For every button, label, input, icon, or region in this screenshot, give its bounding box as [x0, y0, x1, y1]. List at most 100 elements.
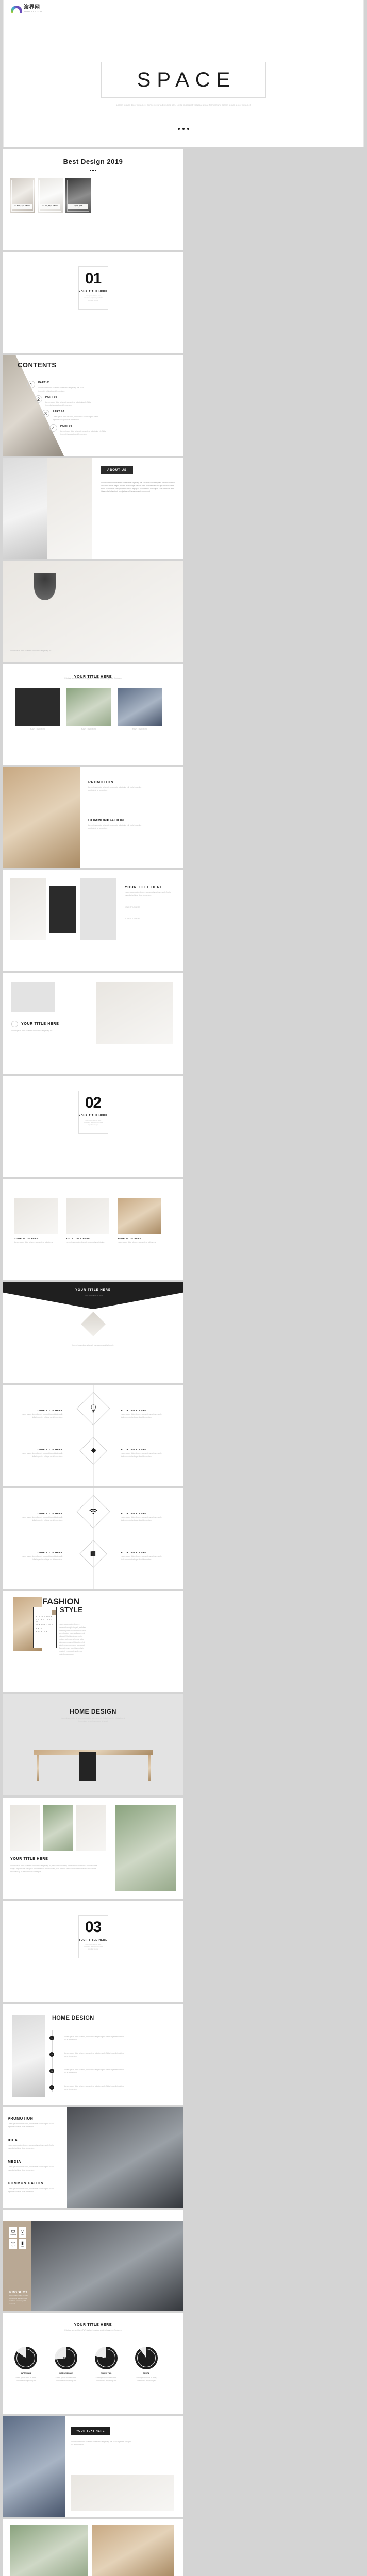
photo-card: PARIS EXCLUSIVE Timothy Ans [10, 178, 35, 213]
slide-body: Lorem ipsum dolor sit amet, consectetur … [125, 891, 171, 896]
entry-body: Lorem ipsum dolor sit amet, consectetur … [121, 1516, 162, 1521]
step-body: Lorem ipsum dolor sit amet, consectetur … [64, 2036, 124, 2041]
step-number: 2 [49, 2052, 54, 2057]
feature-tile: Data [19, 2239, 26, 2249]
step-body: Lorem ipsum dolor sit amet, consectetur … [64, 2085, 124, 2090]
gear-icon [91, 1448, 96, 1453]
slide-body: Lorem ipsum dolor sit amet, consectetur … [11, 1030, 53, 1032]
ring-body: Lorem ipsum dolor sit amet, consectetur … [55, 2377, 77, 2382]
list-item: YOUR TITLE HERE [125, 918, 140, 920]
info-card: YOUR TITLE HERE Lorem ipsum dolor sit am… [118, 1198, 161, 1244]
item-label: PROMOTION [8, 2117, 34, 2121]
item-body: Lorem ipsum dolor sit amet, consectetur … [8, 2166, 54, 2171]
slide-title-line1: FASHION [42, 1597, 80, 1606]
step-label: PART 03 [53, 410, 64, 413]
banner-sub: Lorem ipsum dolor sit amet [84, 1295, 103, 1297]
ring-body: Lorem ipsum dolor sit amet, consectetur … [15, 2377, 37, 2382]
slide-best-design[interactable]: Best Design 2019 PARIS EXCLUSIVE Timothy… [3, 149, 183, 250]
slide-section-02[interactable]: 02 YOUR TITLE HERE Lorem ipsum dolor sit… [3, 1076, 183, 1177]
slide-diamond-wifi[interactable]: YOUR TITLE HERE Lorem ipsum dolor sit am… [3, 1488, 183, 1589]
rainbow-arc-icon [11, 5, 22, 13]
slide-skill-rings[interactable]: YOUR TITLE HERE Estut sat ane cerid ane … [3, 2313, 183, 2414]
diamond-photo [80, 1311, 106, 1337]
slide-plant-baskets[interactable]: COMMUNICATION Lorem ipsum dolor sit amet… [3, 2519, 183, 2576]
feature-tile: Signal [9, 2239, 17, 2249]
entry-body: Lorem ipsum dolor sit amet, consectetur … [21, 1413, 63, 1418]
slide-three-cards[interactable]: YOUR TITLE HERE Lorem ipsum dolor sit am… [3, 1179, 183, 1280]
monitor-icon [11, 2230, 15, 2233]
card-label: YOUR TITLE HERE [66, 1237, 90, 1240]
card-body: Lorem ipsum dolor sit amet, consectetur … [118, 1241, 157, 1243]
slide-triangle-title[interactable]: YOUR TITLE HERE Lorem ipsum dolor sit am… [3, 1282, 183, 1383]
entry-label: YOUR TITLE HERE [37, 1551, 63, 1554]
tile-label: Idea [21, 2234, 24, 2235]
entry-body: Lorem ipsum dolor sit amet, consectetur … [121, 1413, 162, 1418]
slide-home-design-list[interactable]: HOME DESIGN 1 Lorem ipsum dolor sit amet… [3, 2004, 183, 2105]
template-preview-page: 演界网 WWW.YANJ.CN SPACE Lorem ipsum dolor … [0, 0, 367, 2576]
step-label: PART 02 [45, 396, 57, 399]
slide-home-design-hero[interactable]: HOME DESIGN Lorem ipsum dolor sit amet, … [3, 1694, 183, 1795]
section-number-box: 02 YOUR TITLE HERE Lorem ipsum dolor sit… [78, 1091, 108, 1134]
bullet-circle-icon [11, 1021, 18, 1027]
ring-item: 78% CONSULTING Lorem ipsum dolor sit ame… [95, 2347, 118, 2383]
caption: YOUR TITLE HERE [132, 728, 147, 730]
card-sub: Timothy Ans [75, 207, 81, 208]
slide-chair-trio[interactable]: YOUR TITLE HERE Estut sat ane cerid ane … [3, 664, 183, 765]
slide-section-01[interactable]: 01 YOUR TITLE HERE Lorem ipsum dolor sit… [3, 252, 183, 353]
slide-fashion-style[interactable]: A CLOTHING STYLE THAT IS INTRODUCED AS A… [3, 1591, 183, 1692]
slide-bedroom-list[interactable]: PROMOTION Lorem ipsum dolor sit amet, co… [3, 2107, 183, 2208]
section-number: 02 [85, 1094, 102, 1111]
slide-sub: Estut sat ane cerid ane PVPr jry beni ch… [64, 2329, 122, 2331]
wifi-icon [89, 1509, 97, 1514]
slide-title: HOME DESIGN [52, 2015, 94, 2021]
ring-value: 73% [62, 2356, 70, 2360]
entry-body: Lorem ipsum dolor sit amet, consectetur … [121, 1452, 162, 1458]
step-label: PART 01 [38, 381, 50, 384]
text-badge: YOUR TEXT HERE [71, 2427, 110, 2435]
item-body: Lorem ipsum dolor sit amet, consectetur … [88, 824, 142, 829]
item-body: Lorem ipsum dolor sit amet, consectetur … [88, 786, 142, 791]
entry-label: YOUR TITLE HERE [121, 1551, 147, 1554]
diamond-frame [76, 1392, 110, 1426]
step-number: 1 [49, 2036, 54, 2040]
about-us-badge: ABOUT US [101, 466, 133, 474]
card-sub: Timothy Ans [47, 207, 54, 208]
entry-label: YOUR TITLE HERE [121, 1409, 147, 1412]
slide-about-us[interactable]: ABOUT US Lorem ipsum dolor sit amet, con… [3, 458, 183, 559]
item-label: COMMUNICATION [8, 2182, 44, 2185]
ring-value: 85% [22, 2356, 29, 2360]
slide-sofa-detail[interactable]: PROMOTION Lorem ipsum dolor sit amet, co… [3, 767, 183, 868]
slide-diamond-bulb[interactable]: YOUR TITLE HERE Lorem ipsum dolor sit am… [3, 1385, 183, 1486]
ring-label: PHOTOSHOP [20, 2372, 31, 2375]
slide-lamp-gallery[interactable]: Lorem ipsum dolor sit amet, consectetur … [3, 561, 183, 662]
step-number: 3 [49, 2069, 54, 2073]
slide-title: HOME DESIGN [70, 1708, 116, 1715]
slide-body: Lorem ipsum dolor sit amet, consectetur … [72, 1344, 114, 1346]
ring-item: 90% DESIGN Lorem ipsum dolor sit amet, c… [135, 2347, 158, 2383]
slide-product-bedroom[interactable]: Technology Idea Signal Data PRODUCT Lore… [3, 2210, 183, 2311]
slide-title: CONTENTS [18, 361, 57, 369]
brand-name: 演界网 [24, 5, 40, 10]
section-body: Lorem ipsum dolor sit amet, consectetur … [83, 1120, 103, 1126]
section-number-box: 01 YOUR TITLE HERE Lorem ipsum dolor sit… [78, 266, 108, 310]
photo-card: PARIS EXCLUSIVE Timothy Ans [38, 178, 63, 213]
ring-value: 78% [102, 2356, 110, 2360]
slide-title: Best Design 2019 [63, 158, 123, 165]
site-logo[interactable]: 演界网 WWW.YANJ.CN [11, 5, 42, 13]
entry-label: YOUR TITLE HERE [121, 1512, 147, 1515]
slide-denim-text[interactable]: YOUR TEXT HERE Lorem ipsum dolor sit ame… [3, 2416, 183, 2517]
info-card: YOUR TITLE HERE Lorem ipsum dolor sit am… [66, 1198, 109, 1244]
step-number: 4 [49, 424, 57, 432]
section-title: YOUR TITLE HERE [78, 290, 108, 293]
vertical-text: A CLOTHING STYLE THAT IS INTRODUCED AS A… [36, 1616, 54, 1632]
slide-circle-list[interactable]: YOUR TITLE HERE Lorem ipsum dolor sit am… [3, 973, 183, 1074]
books-icon [90, 1551, 95, 1556]
slide-gallery-plants[interactable]: YOUR TITLE HERE Lorem ipsum dolor sit am… [3, 1798, 183, 1899]
item-label: PROMOTION [88, 781, 114, 784]
photo-card: JOHN DOE Timothy Ans [65, 178, 91, 213]
ring-body: Lorem ipsum dolor sit amet, consectetur … [95, 2377, 117, 2382]
step-number: 2 [35, 395, 42, 403]
slide-contents[interactable]: CONTENTS 1 PART 01 Lorem ipsum dolor sit… [3, 355, 183, 456]
slide-bottle-room[interactable]: YOUR TITLE HERE Lorem ipsum dolor sit am… [3, 870, 183, 971]
slide-section-03[interactable]: 03 YOUR TITLE HERE Lorem ipsum dolor sit… [3, 1901, 183, 2002]
